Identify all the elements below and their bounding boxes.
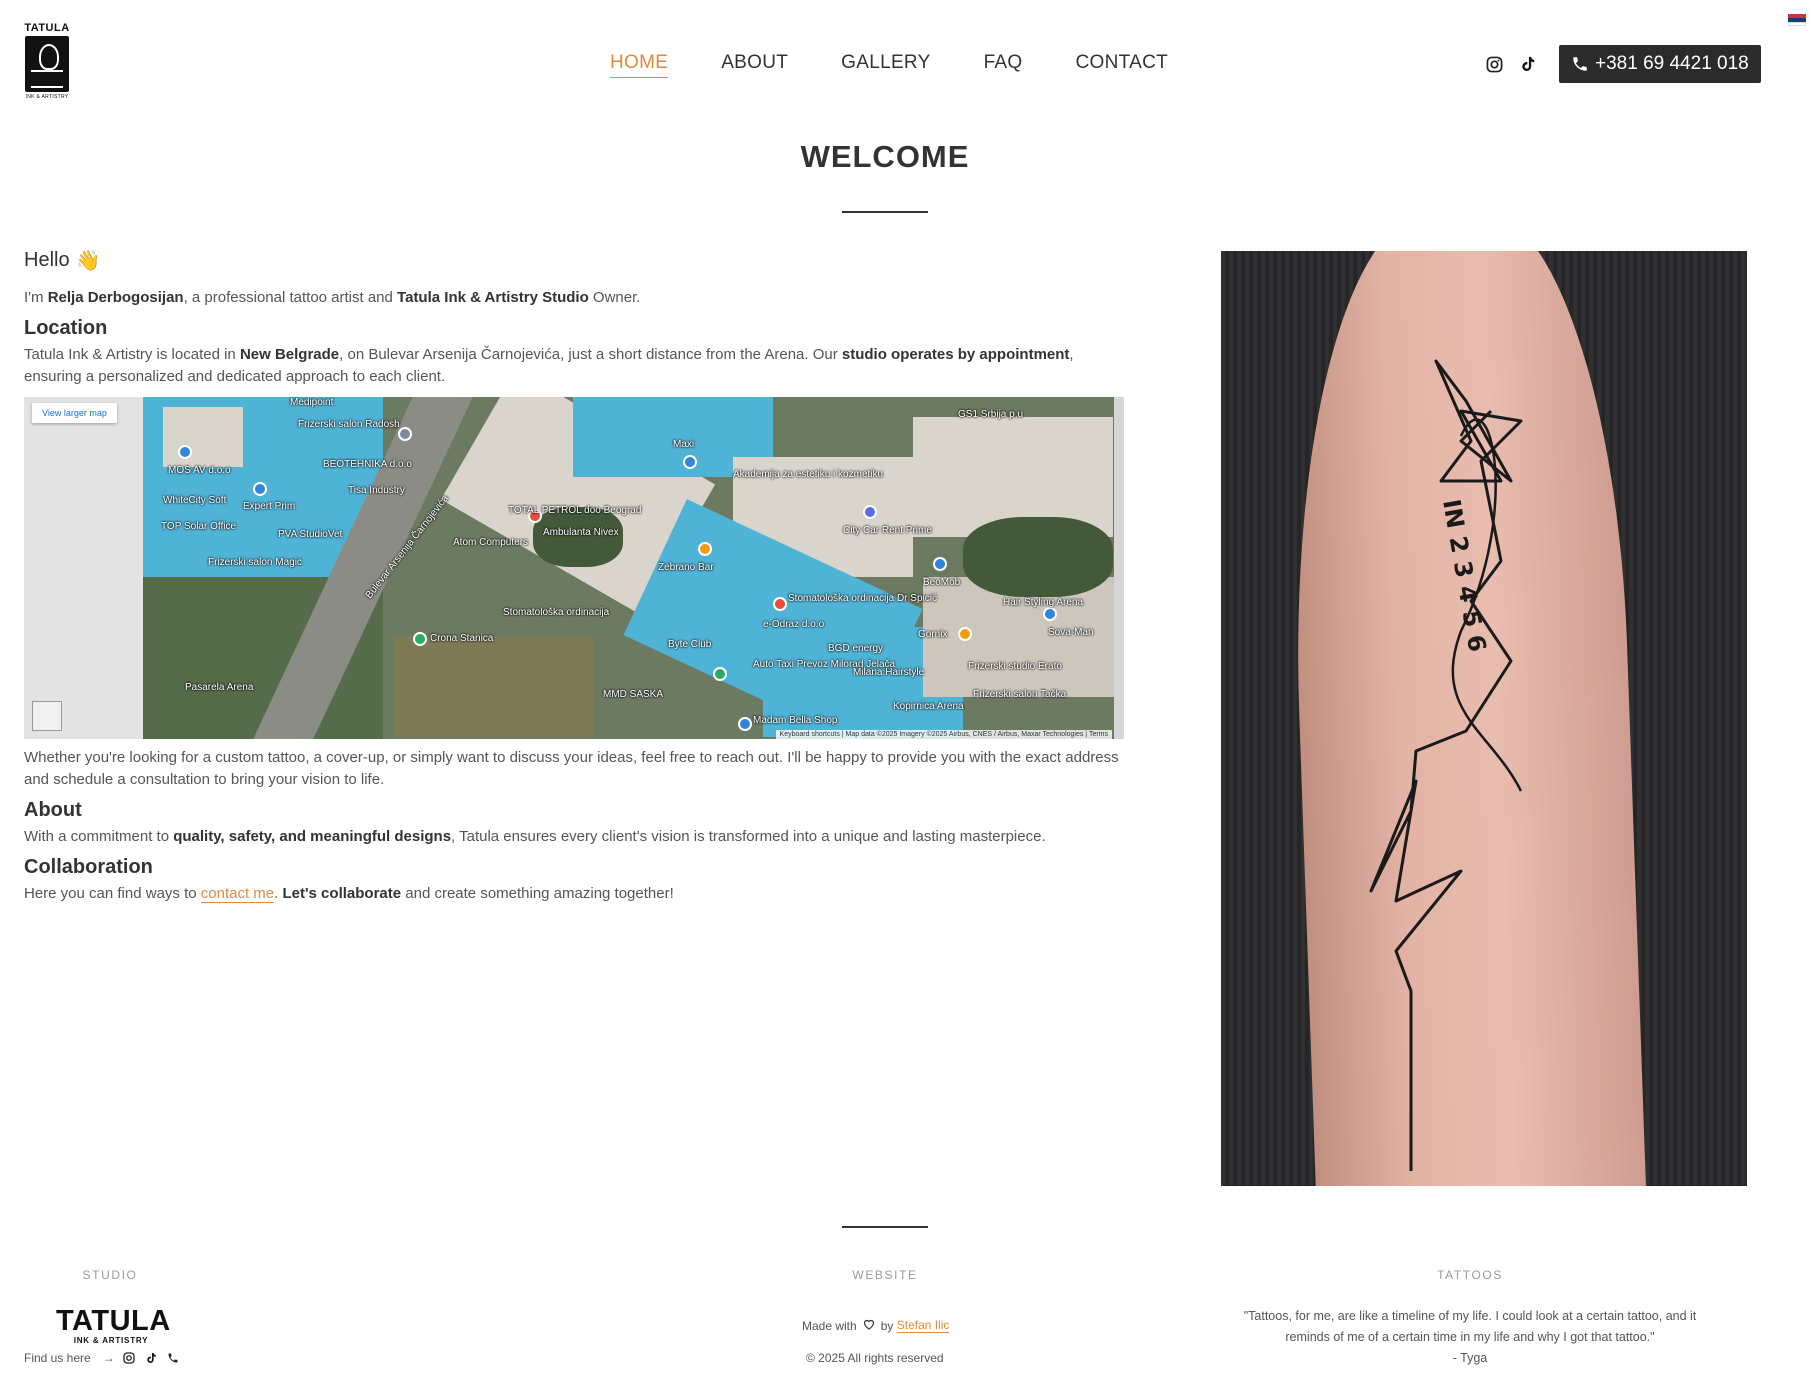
main-nav: HOME ABOUT GALLERY FAQ CONTACT xyxy=(610,52,1221,78)
map-attribution[interactable]: Keyboard shortcuts | Map data ©2025 Imag… xyxy=(775,730,1112,739)
location-paragraph: Tatula Ink & Artistry is located in New … xyxy=(24,346,1074,385)
collaboration-paragraph: Here you can find ways to contact me. Le… xyxy=(24,885,674,903)
nav-contact[interactable]: CONTACT xyxy=(1076,52,1169,78)
site-logo[interactable]: TATULA INK & ARTISTRY xyxy=(24,22,70,102)
instagram-icon[interactable] xyxy=(1484,54,1504,74)
quote-author: - Tyga xyxy=(1452,1351,1488,1365)
artist-name: Relja Derbogosijan xyxy=(47,289,184,306)
footer-tattoos-label: TATTOOS xyxy=(1437,1268,1503,1282)
page-title: WELCOME xyxy=(800,139,970,174)
logo-title: TATULA xyxy=(24,22,70,34)
embedded-map[interactable]: Medipoint Frizerski salon Radosh MOS AV … xyxy=(24,397,1124,739)
nav-gallery[interactable]: GALLERY xyxy=(841,52,930,78)
map-camera-control[interactable] xyxy=(32,701,62,731)
collaboration-heading: Collaboration xyxy=(24,856,153,878)
copyright: © 2025 All rights reserved xyxy=(806,1351,944,1365)
footer-instagram-icon[interactable] xyxy=(123,1352,135,1364)
footer-logo-subtitle: INK & ARTISTRY xyxy=(73,1336,149,1345)
waving-hand-icon: 👋 xyxy=(75,250,101,272)
tattoo-quote: "Tattoos, for me, are like a timeline of… xyxy=(1220,1306,1720,1369)
header-actions: +381 69 4421 018 xyxy=(1484,45,1761,83)
greeting-heading: Hello 👋 xyxy=(24,248,1124,273)
nav-home[interactable]: HOME xyxy=(610,52,669,78)
footer-studio-label: STUDIO xyxy=(82,1268,138,1282)
contact-me-link[interactable]: contact me xyxy=(200,885,275,903)
footer-logo[interactable]: TATULA INK & ARTISTRY xyxy=(56,1305,171,1345)
about-heading: About xyxy=(24,799,82,821)
phone-number: +381 69 4421 018 xyxy=(1595,53,1749,74)
nav-faq[interactable]: FAQ xyxy=(984,52,1023,78)
greeting-text: Hello xyxy=(24,249,70,271)
satellite-view[interactable]: Medipoint Frizerski salon Radosh MOS AV … xyxy=(143,397,1114,739)
main-content: Hello 👋 I'm Relja Derbogosijan, a profes… xyxy=(24,248,1124,905)
phone-icon xyxy=(1573,57,1587,71)
serbian-flag-icon[interactable] xyxy=(1788,14,1806,26)
nav-about[interactable]: ABOUT xyxy=(721,52,788,78)
logo-emblem-icon xyxy=(25,36,69,92)
author-link[interactable]: Stefan Ilic xyxy=(896,1318,950,1333)
made-with-credit: Made with by Stefan Ilic xyxy=(802,1318,950,1333)
tiktok-icon[interactable] xyxy=(1517,54,1537,74)
footer-tiktok-icon[interactable] xyxy=(145,1352,157,1364)
tattoo-photo: IN 2 3 4 5 6 xyxy=(1221,251,1747,1186)
map-margin-left xyxy=(24,397,143,739)
arrow-right-icon: → xyxy=(102,1351,115,1365)
logo-subtitle: INK & ARTISTRY xyxy=(25,94,69,100)
footer-logo-title: TATULA xyxy=(56,1305,171,1337)
title-divider xyxy=(842,211,928,213)
footer-website-label: WEBSITE xyxy=(852,1268,918,1282)
footer-phone-icon[interactable] xyxy=(167,1352,179,1364)
consultation-paragraph: Whether you're looking for a custom tatt… xyxy=(24,749,1119,788)
heart-icon xyxy=(863,1319,875,1333)
find-us-row: Find us here → xyxy=(24,1351,189,1365)
studio-name: Tatula Ink & Artistry Studio xyxy=(397,289,589,306)
phone-button[interactable]: +381 69 4421 018 xyxy=(1559,45,1761,83)
location-heading: Location xyxy=(24,317,108,339)
map-margin-right xyxy=(1114,397,1124,739)
quote-text: "Tattoos, for me, are like a timeline of… xyxy=(1243,1309,1697,1344)
site-header: TATULA INK & ARTISTRY HOME ABOUT GALLERY… xyxy=(0,0,1811,130)
about-paragraph: With a commitment to quality, safety, an… xyxy=(24,828,1046,845)
intro-paragraph: I'm Relja Derbogosijan, a professional t… xyxy=(24,289,641,306)
find-us-text: Find us here xyxy=(24,1351,91,1365)
footer-divider xyxy=(842,1226,928,1228)
view-larger-map-link[interactable]: View larger map xyxy=(32,403,117,423)
